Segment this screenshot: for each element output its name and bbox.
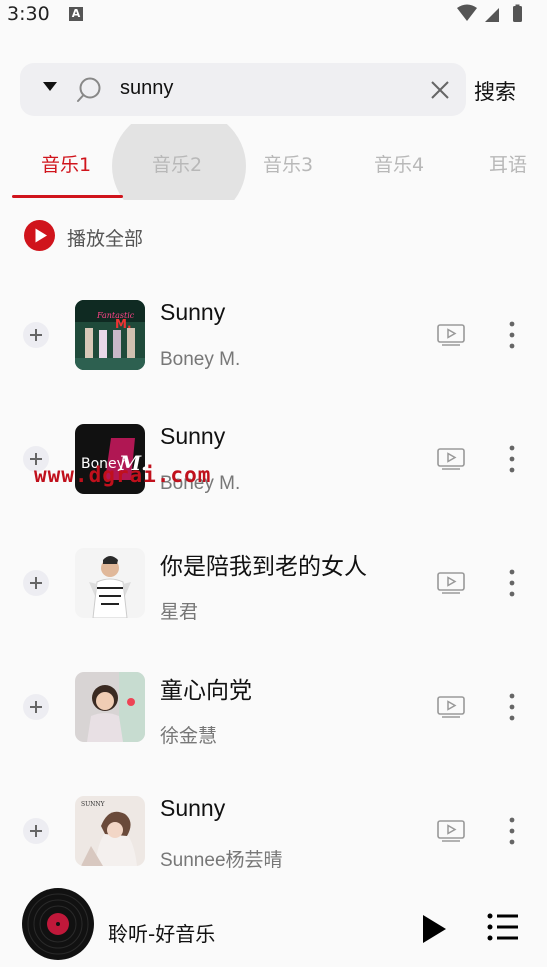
more-vertical-icon[interactable] [505, 444, 519, 474]
active-tab-indicator [12, 195, 123, 198]
song-artist: 星君 [160, 602, 199, 623]
song-artist: Sunnee杨芸晴 [160, 850, 283, 871]
song-title: Sunny [160, 423, 226, 449]
album-cover [75, 548, 145, 618]
signal-icon [485, 8, 499, 22]
add-icon[interactable] [23, 694, 49, 720]
wifi-icon [457, 4, 477, 21]
more-vertical-icon[interactable] [505, 692, 519, 722]
source-tabs: 音乐1 音乐2 音乐3 音乐4 耳语 [0, 124, 547, 200]
album-cover: SUNNY [75, 796, 145, 866]
album-cover: Fantastic M. [75, 300, 145, 370]
search-icon [77, 77, 101, 102]
status-time: 3:30 [7, 3, 50, 25]
notification-icon: A [69, 7, 83, 21]
tab-music-3[interactable]: 音乐3 [263, 150, 313, 177]
vinyl-disc-icon[interactable] [22, 888, 94, 960]
chevron-down-icon[interactable] [43, 82, 57, 91]
song-row[interactable]: Fantastic M. Sunny Boney M. [0, 299, 547, 400]
song-row[interactable]: 你是陪我到老的女人 星君 [0, 548, 547, 648]
more-vertical-icon[interactable] [505, 320, 519, 350]
song-title: 你是陪我到老的女人 [160, 553, 367, 579]
battery-icon [513, 6, 522, 22]
tab-whisper[interactable]: 耳语 [489, 150, 527, 177]
song-title: Sunny [160, 795, 226, 821]
play-circle-icon [24, 220, 55, 251]
mini-player[interactable]: 聆听-好音乐 [0, 880, 547, 967]
song-artist: Boney M. [160, 349, 241, 370]
song-artist: 徐金慧 [160, 726, 218, 747]
video-icon[interactable] [437, 820, 465, 842]
tab-music-4[interactable]: 音乐4 [374, 150, 424, 177]
song-row[interactable]: 童心向党 徐金慧 [0, 672, 547, 772]
player-title: 聆听-好音乐 [108, 922, 216, 946]
add-icon[interactable] [23, 322, 49, 348]
tab-music-1[interactable]: 音乐1 [41, 150, 91, 177]
search-input[interactable]: sunny [120, 77, 173, 100]
watermark-text: www.dgrai.com [34, 463, 212, 487]
svg-text:SUNNY: SUNNY [81, 801, 106, 808]
video-icon[interactable] [437, 324, 465, 346]
more-vertical-icon[interactable] [505, 568, 519, 598]
add-icon[interactable] [23, 570, 49, 596]
status-bar: 3:30 A [0, 0, 547, 30]
play-icon[interactable] [421, 914, 447, 944]
song-title: Sunny [160, 299, 226, 325]
search-bar: sunny [20, 63, 466, 116]
system-status-icons [457, 4, 522, 22]
play-all-label: 播放全部 [67, 228, 144, 250]
video-icon[interactable] [437, 448, 465, 470]
video-icon[interactable] [437, 572, 465, 594]
song-title: 童心向党 [160, 677, 252, 703]
album-cover [75, 672, 145, 742]
search-button[interactable]: 搜索 [474, 76, 516, 106]
more-vertical-icon[interactable] [505, 816, 519, 846]
add-icon[interactable] [23, 818, 49, 844]
close-icon[interactable] [429, 79, 451, 101]
tab-music-2[interactable]: 音乐2 [152, 150, 202, 177]
video-icon[interactable] [437, 696, 465, 718]
playlist-icon[interactable] [487, 913, 518, 941]
